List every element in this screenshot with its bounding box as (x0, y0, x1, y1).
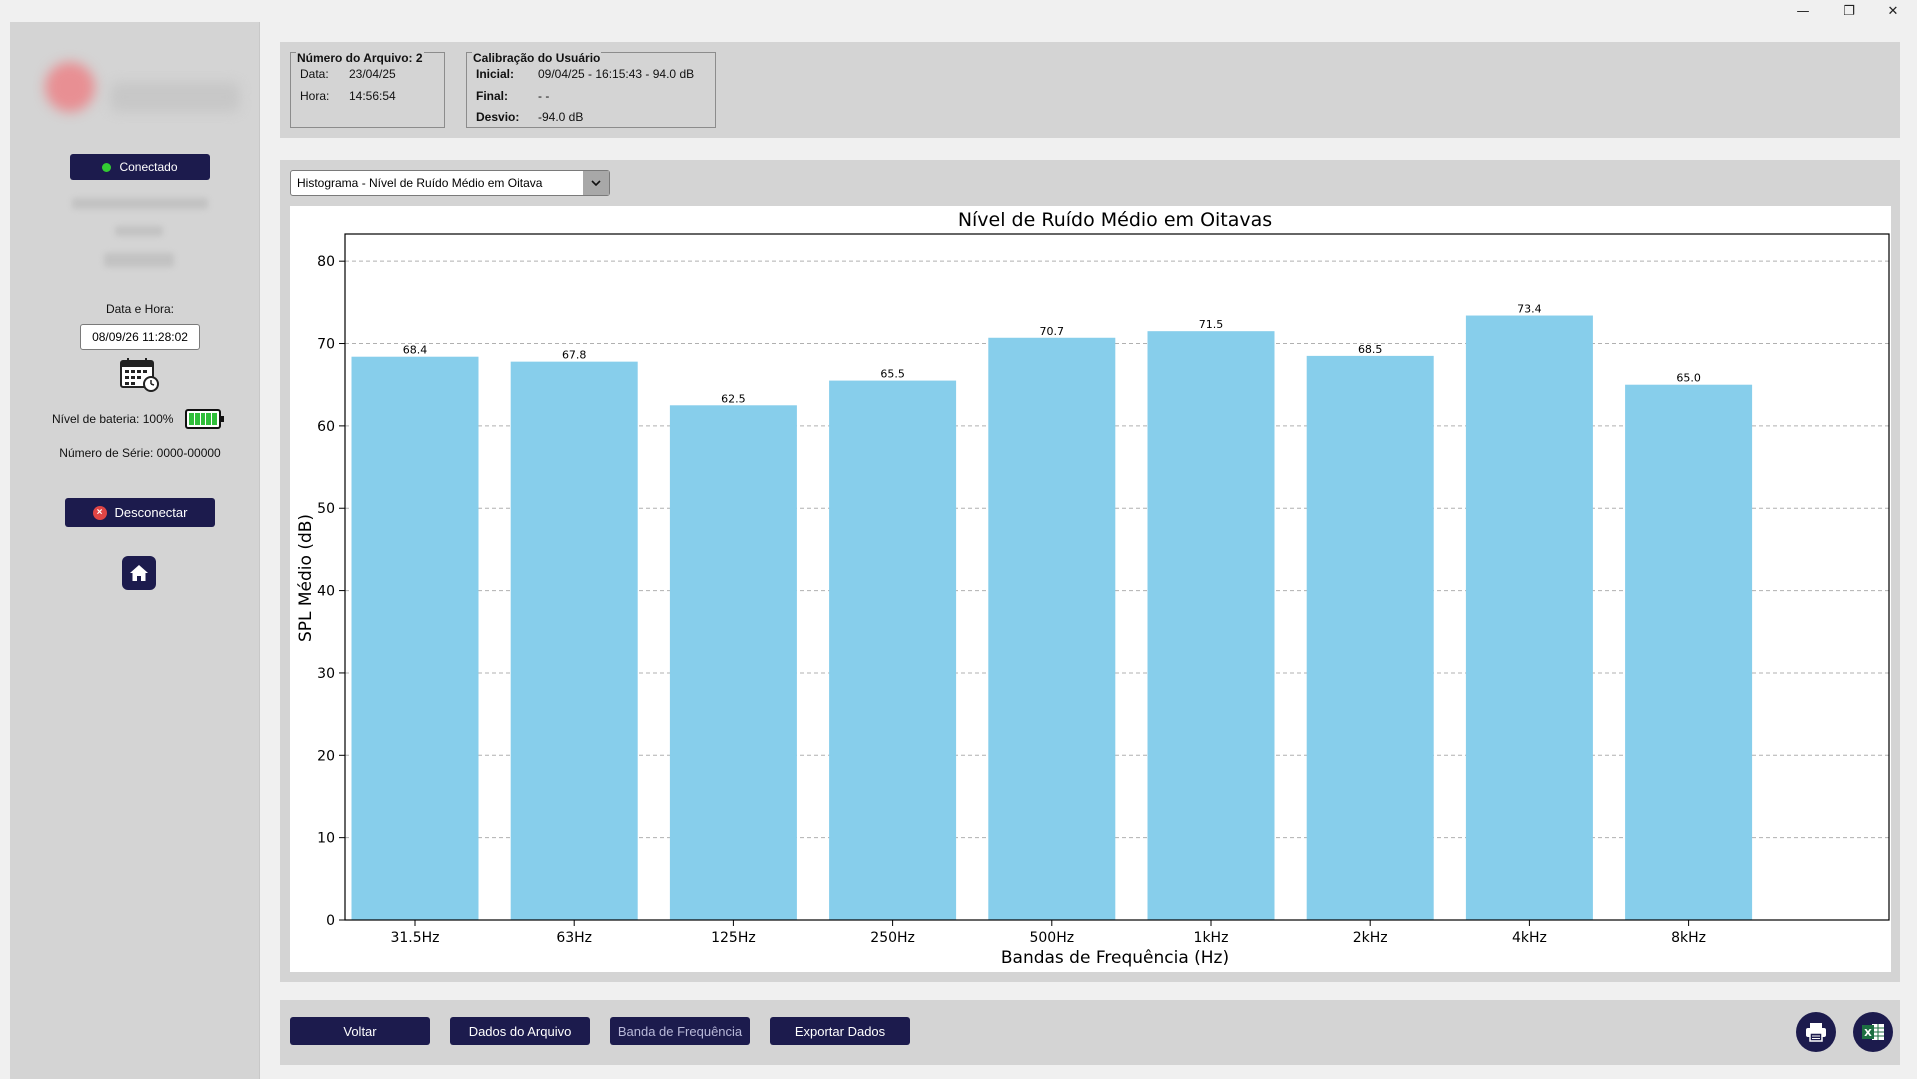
chart-container: Nível de Ruído Médio em Oitavas 68.4 67.8… (290, 206, 1891, 972)
y-tick-label: 20 (317, 748, 335, 764)
calibration-initial-value: 09/04/25 - 16:15:43 - 94.0 dB (538, 67, 695, 81)
x-tick-label: 2kHz (1353, 930, 1388, 946)
calibration-final-label: Final: (476, 89, 508, 103)
chart-bar (510, 361, 638, 920)
calibration-group: Calibração do Usuário Inicial: 09/04/25 … (466, 51, 716, 128)
calibration-final-value: - - (538, 89, 550, 103)
x-tick-label: 125Hz (711, 930, 756, 946)
excel-icon: X (1862, 1024, 1884, 1040)
chart-bar (1465, 315, 1593, 920)
x-tick-label: 500Hz (1029, 930, 1074, 946)
x-tick-label: 63Hz (556, 930, 592, 946)
close-circle-icon: × (92, 505, 107, 520)
bar-value-label: 65.5 (880, 368, 905, 381)
chart-type-select[interactable]: Histograma - Nível de Ruído Médio em Oit… (290, 170, 610, 196)
connection-status-badge: Conectado (70, 154, 210, 180)
chart-bar (669, 405, 797, 920)
printer-icon (1806, 1023, 1826, 1042)
file-time-value: 14:56:54 (349, 89, 396, 103)
excel-export-button[interactable]: X (1853, 1012, 1893, 1052)
bar-chart: Nível de Ruído Médio em Oitavas 68.4 67.8… (296, 209, 1890, 968)
connection-status-label: Conectado (119, 160, 178, 174)
chart-bar (1625, 384, 1753, 920)
frequency-band-button[interactable]: Banda de Frequência (610, 1017, 750, 1045)
y-tick-label: 60 (317, 419, 335, 435)
chart-bar (1147, 331, 1275, 920)
home-button[interactable] (122, 556, 156, 590)
calibration-deviation-label: Desvio: (476, 110, 520, 124)
chevron-down-icon[interactable] (583, 171, 609, 195)
x-tick-label: 31.5Hz (390, 930, 439, 946)
bar-value-label: 62.5 (721, 392, 746, 405)
datetime-label: Data e Hora: (105, 302, 175, 316)
print-button[interactable] (1796, 1012, 1836, 1052)
file-number-title: Número do Arquivo: 2 (296, 51, 424, 65)
chart-bar (988, 337, 1116, 920)
y-tick-label: 0 (326, 913, 335, 929)
minimize-icon[interactable]: — (1781, 0, 1825, 22)
close-icon[interactable]: ✕ (1871, 0, 1915, 22)
device-info-redacted (104, 253, 174, 267)
x-tick-label: 250Hz (870, 930, 915, 946)
chart-title: Nível de Ruído Médio em Oitavas (958, 209, 1272, 231)
file-date-value: 23/04/25 (349, 67, 396, 81)
battery-icon (185, 409, 224, 429)
y-tick-label: 30 (317, 666, 335, 682)
file-data-button[interactable]: Dados do Arquivo (450, 1017, 590, 1045)
bar-value-label: 68.4 (403, 344, 428, 357)
file-date-label: Data: (300, 67, 329, 81)
file-info-group: Número do Arquivo: 2 Data: 23/04/25 Hora… (290, 51, 445, 128)
y-tick-label: 50 (317, 501, 335, 517)
chart-bar (351, 356, 479, 920)
x-tick-label: 4kHz (1512, 930, 1547, 946)
y-tick-label: 80 (317, 254, 335, 270)
file-time-label: Hora: (300, 89, 330, 103)
back-button[interactable]: Voltar (290, 1017, 430, 1045)
x-axis-label: Bandas de Frequência (Hz) (1001, 948, 1229, 968)
chart-type-value: Histograma - Nível de Ruído Médio em Oit… (297, 176, 543, 190)
bar-value-label: 65.0 (1676, 372, 1701, 385)
bar-value-label: 71.5 (1199, 318, 1224, 331)
bar-value-label: 70.7 (1040, 325, 1065, 338)
chart-bar (829, 380, 957, 920)
svg-text:X: X (1864, 1028, 1872, 1039)
chart-bar (1306, 355, 1434, 921)
device-info-redacted (72, 198, 208, 209)
calibration-deviation-value: -94.0 dB (538, 110, 584, 124)
app-logo (0, 0, 255, 130)
export-data-button[interactable]: Exportar Dados (770, 1017, 910, 1045)
disconnect-button[interactable]: × Desconectar (65, 498, 215, 527)
home-icon (130, 565, 148, 581)
status-dot-icon (102, 162, 112, 172)
x-tick-label: 8kHz (1671, 930, 1706, 946)
x-tick-label: 1kHz (1194, 930, 1229, 946)
calibration-initial-label: Inicial: (476, 67, 515, 81)
sidebar (10, 22, 260, 1079)
y-tick-label: 10 (317, 831, 335, 847)
calendar-clock-icon[interactable] (119, 357, 161, 393)
y-tick-label: 70 (317, 337, 335, 353)
serial-number-label: Número de Série: 0000-00000 (59, 446, 221, 460)
bar-value-label: 68.5 (1358, 343, 1383, 356)
bar-value-label: 73.4 (1517, 303, 1542, 316)
datetime-field[interactable]: 08/09/26 11:28:02 (80, 324, 200, 350)
y-axis-label: SPL Médio (dB) (296, 514, 316, 642)
y-tick-label: 40 (317, 584, 335, 600)
restore-icon[interactable]: ❐ (1827, 0, 1871, 22)
bar-value-label: 67.8 (562, 349, 587, 362)
calibration-title: Calibração do Usuário (472, 51, 602, 65)
device-info-redacted (115, 226, 163, 236)
battery-level-label: Nível de bateria: 100% (52, 412, 174, 426)
window-titlebar: — ❐ ✕ (0, 0, 1917, 22)
disconnect-label: Desconectar (114, 505, 188, 520)
